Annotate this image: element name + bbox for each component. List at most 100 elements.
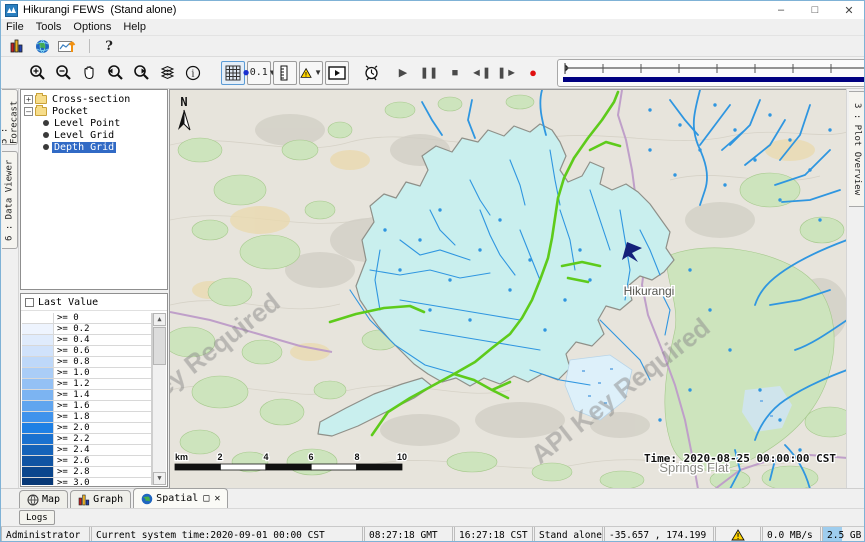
tree-item-level-point[interactable]: Level Point bbox=[21, 117, 167, 129]
wire-globe-icon bbox=[27, 494, 39, 506]
minimize-button[interactable]: – bbox=[764, 1, 798, 19]
tab-forecast[interactable]: 5 : Forecast bbox=[2, 89, 18, 145]
menu-item[interactable]: Tools bbox=[36, 20, 70, 34]
legend-row[interactable]: >= 2.0 bbox=[22, 423, 151, 434]
right-tab-strip: 3 : Plot Overview bbox=[846, 89, 865, 488]
legend-row[interactable]: >= 0.4 bbox=[22, 335, 151, 346]
play-button[interactable]: ▶ bbox=[391, 61, 415, 85]
spatial-display-icon[interactable] bbox=[56, 37, 78, 55]
detach-panel-icon[interactable]: □ bbox=[203, 493, 209, 504]
tab-plot-overview[interactable]: 3 : Plot Overview bbox=[849, 91, 865, 207]
menu-item[interactable]: Options bbox=[73, 20, 119, 34]
pan-hand-icon[interactable] bbox=[77, 61, 101, 85]
legend-swatch bbox=[22, 434, 54, 444]
svg-text:10: 10 bbox=[397, 452, 407, 462]
svg-text:!: ! bbox=[736, 532, 741, 541]
info-icon[interactable]: i bbox=[181, 61, 205, 85]
scroll-thumb[interactable] bbox=[153, 327, 166, 365]
skip-start-button[interactable]: ◄❚ bbox=[469, 61, 493, 85]
legend-row[interactable]: >= 2.4 bbox=[22, 445, 151, 456]
legend-row[interactable]: >= 1.0 bbox=[22, 368, 151, 379]
record-button[interactable]: ● bbox=[521, 61, 545, 85]
warning-threshold-dropdown[interactable]: ! ▼ bbox=[299, 61, 323, 85]
grid-display-button[interactable] bbox=[221, 61, 245, 85]
tab-graph[interactable]: Graph bbox=[70, 490, 131, 508]
legend-row-label: >= 0 bbox=[54, 313, 151, 323]
expand-plus-icon[interactable]: + bbox=[24, 95, 33, 104]
logs-button[interactable]: Logs bbox=[19, 510, 55, 525]
folder-icon bbox=[35, 95, 47, 104]
status-system-time: Current system time:2020-09-01 00:00 CST bbox=[91, 527, 363, 542]
timer-icon[interactable] bbox=[359, 61, 383, 85]
close-button[interactable]: ✕ bbox=[832, 1, 865, 19]
close-tab-icon[interactable]: ✕ bbox=[214, 493, 220, 504]
legend-header: Last Value bbox=[21, 294, 167, 311]
svg-text:i: i bbox=[192, 69, 195, 79]
legend-row[interactable]: >= 0.2 bbox=[22, 324, 151, 335]
zoom-out-icon[interactable] bbox=[51, 61, 75, 85]
svg-text:N: N bbox=[180, 95, 187, 109]
legend-row[interactable]: >= 0 bbox=[22, 313, 151, 324]
skip-end-button[interactable]: ❚► bbox=[495, 61, 519, 85]
tree-item-depth-grid[interactable]: Depth Grid bbox=[21, 141, 167, 153]
zoom-in-icon[interactable] bbox=[25, 61, 49, 85]
folder-icon bbox=[35, 107, 47, 116]
map-viewport[interactable]: API Key Required API Key Required Hikura… bbox=[169, 89, 846, 488]
collapse-minus-icon[interactable]: – bbox=[24, 107, 33, 116]
zoom-next-icon[interactable] bbox=[129, 61, 153, 85]
legend-swatch bbox=[22, 412, 54, 422]
tree-item-label: Depth Grid bbox=[52, 142, 116, 153]
scroll-down-icon[interactable]: ▼ bbox=[153, 472, 166, 485]
app-logo-icon bbox=[5, 4, 18, 17]
bar-chart-icon bbox=[78, 494, 90, 506]
globe-icon[interactable] bbox=[31, 37, 53, 55]
stop-button[interactable]: ■ bbox=[443, 61, 467, 85]
legend-row[interactable]: >= 1.6 bbox=[22, 401, 151, 412]
tree-item-level-grid[interactable]: Level Grid bbox=[21, 129, 167, 141]
legend-swatch bbox=[22, 456, 54, 466]
classbreak-value: 0.1 bbox=[250, 67, 268, 78]
legend-row[interactable]: >= 1.2 bbox=[22, 379, 151, 390]
last-value-checkbox[interactable] bbox=[25, 298, 34, 307]
tree-item-label: Cross-section bbox=[50, 94, 132, 105]
legend-panel: Last Value >= 0 >= 0.2 bbox=[20, 293, 168, 487]
tree-item-cross-section[interactable]: + Cross-section bbox=[21, 93, 167, 105]
pause-button[interactable]: ❚❚ bbox=[417, 61, 441, 85]
legend-title: Last Value bbox=[38, 297, 98, 308]
help-button[interactable]: ? bbox=[98, 37, 120, 55]
window-title: Hikurangi FEWS (Stand alone) bbox=[23, 4, 176, 16]
animation-movie-button[interactable] bbox=[325, 61, 349, 85]
legend-row[interactable]: >= 1.4 bbox=[22, 390, 151, 401]
legend-row[interactable]: >= 2.2 bbox=[22, 434, 151, 445]
menu-item[interactable]: File bbox=[6, 20, 32, 34]
tree-item-label: Level Grid bbox=[52, 130, 116, 141]
maximize-button[interactable]: □ bbox=[798, 1, 832, 19]
legend-row-label: >= 2.0 bbox=[54, 423, 151, 433]
legend-swatch bbox=[22, 379, 54, 389]
status-warning-cell[interactable]: ! bbox=[715, 527, 761, 542]
legend-row-label: >= 2.2 bbox=[54, 434, 151, 444]
legend-row[interactable]: >= 1.8 bbox=[22, 412, 151, 423]
time-slider[interactable] bbox=[557, 59, 865, 87]
legend-row[interactable]: >= 2.8 bbox=[22, 467, 151, 478]
legend-row[interactable]: >= 0.6 bbox=[22, 346, 151, 357]
zoom-previous-icon[interactable] bbox=[103, 61, 127, 85]
chevron-down-icon: ▼ bbox=[314, 68, 322, 77]
status-gmt-time: 08:27:18 GMT bbox=[364, 527, 453, 542]
menu-item[interactable]: Help bbox=[123, 20, 154, 34]
tab-data-viewer[interactable]: 6 : Data Viewer bbox=[2, 151, 18, 249]
layers-icon[interactable] bbox=[155, 61, 179, 85]
tree-item-pocket[interactable]: – Pocket bbox=[21, 105, 167, 117]
legend-row[interactable]: >= 3.0 bbox=[22, 478, 151, 485]
classbreak-dropdown[interactable]: ● 0.1 ▼ bbox=[247, 61, 271, 85]
tab-spatial[interactable]: Spatial □ ✕ bbox=[133, 488, 228, 508]
map-toolbar: i ● 0.1 ▼ ! ▼ ▶ ❚❚ ■ ◄❚ ❚► ● bbox=[1, 56, 865, 89]
database-display-icon[interactable] bbox=[6, 37, 28, 55]
legend-swatch bbox=[22, 346, 54, 356]
scale-ruler-button[interactable] bbox=[273, 61, 297, 85]
scroll-up-icon[interactable]: ▲ bbox=[153, 313, 166, 326]
legend-row[interactable]: >= 2.6 bbox=[22, 456, 151, 467]
legend-row[interactable]: >= 0.8 bbox=[22, 357, 151, 368]
tab-map[interactable]: Map bbox=[19, 490, 68, 508]
legend-scrollbar[interactable]: ▲ ▼ bbox=[152, 313, 166, 485]
